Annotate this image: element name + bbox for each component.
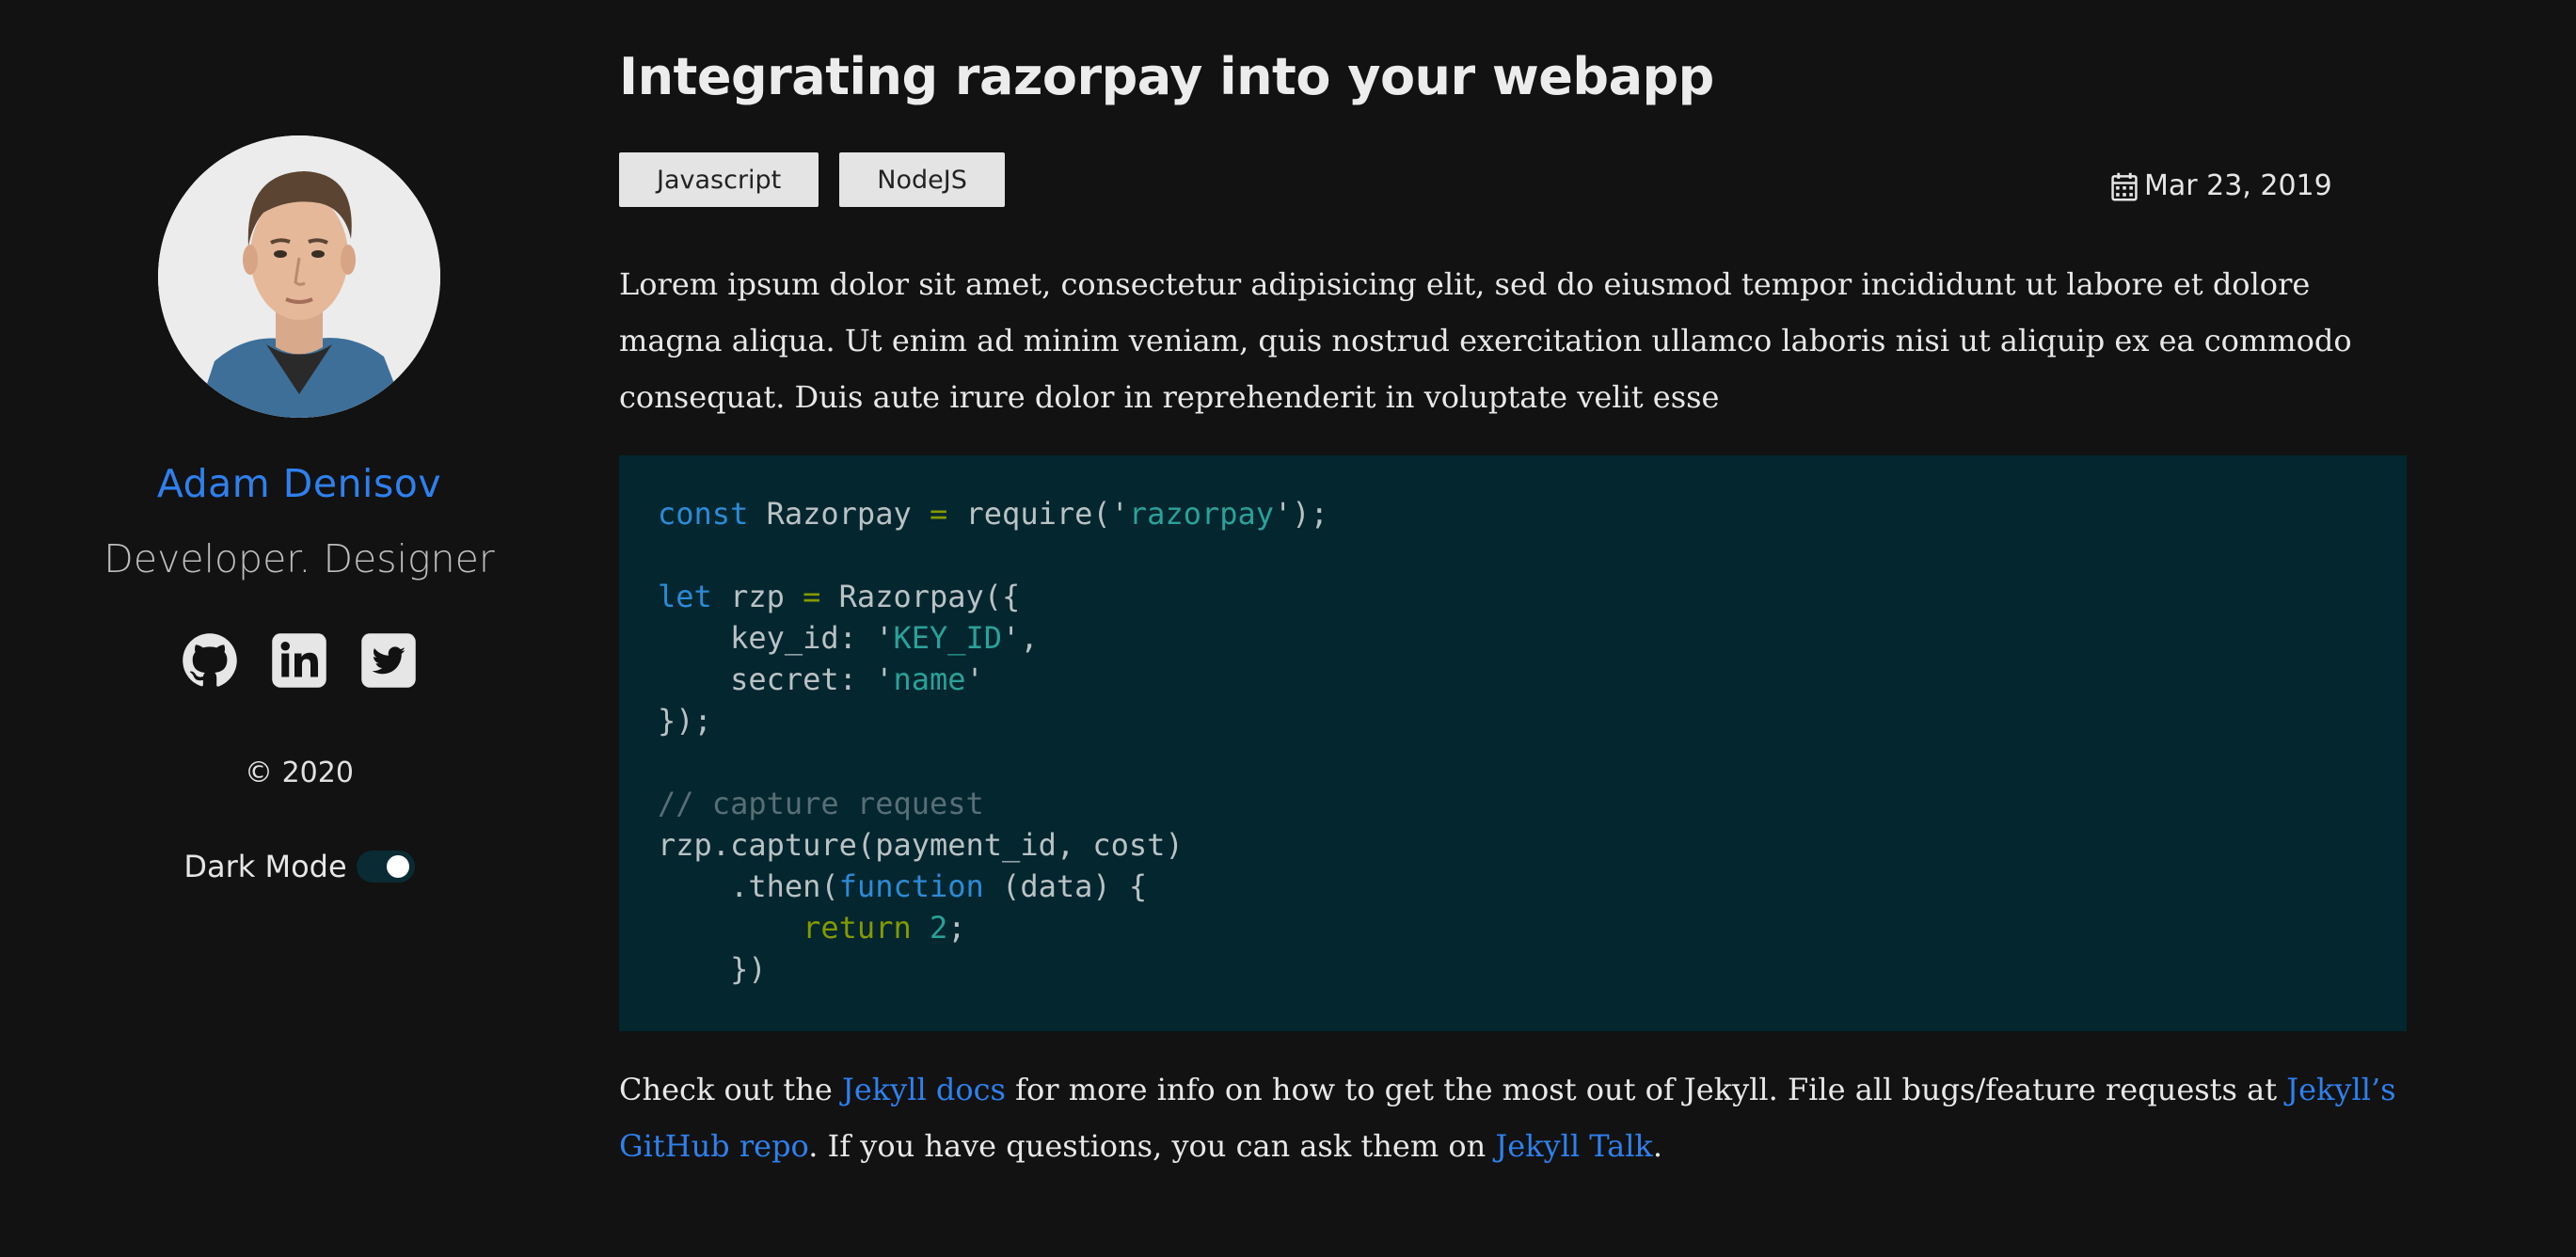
code-text: const Razorpay = require('razorpay'); le… xyxy=(658,496,1328,987)
outro-text: . If you have questions, you can ask the… xyxy=(808,1128,1496,1164)
avatar xyxy=(158,135,440,418)
author-tagline: Developer. Designer xyxy=(103,536,495,581)
outro-text: Check out the xyxy=(619,1072,842,1107)
sidebar: Adam Denisov Developer. Designer © 2020 … xyxy=(0,0,598,1257)
outro-text: . xyxy=(1652,1128,1662,1164)
post-outro: Check out the Jekyll docs for more info … xyxy=(619,1061,2407,1174)
linkedin-link[interactable] xyxy=(271,632,327,689)
calendar-icon xyxy=(2111,172,2138,200)
copyright: © 2020 xyxy=(245,756,354,789)
dark-mode-toggle[interactable] xyxy=(356,851,415,883)
post-date-text: Mar 23, 2019 xyxy=(2144,169,2332,202)
tag-nodejs[interactable]: NodeJS xyxy=(839,152,1005,207)
linkedin-icon xyxy=(272,633,326,688)
post-title: Integrating razorpay into your webapp xyxy=(619,47,1714,106)
avatar-image xyxy=(158,135,440,418)
social-links xyxy=(0,632,598,689)
jekyll-talk-link[interactable]: Jekyll Talk xyxy=(1495,1128,1652,1164)
tag-javascript[interactable]: Javascript xyxy=(619,152,819,207)
code-block: const Razorpay = require('razorpay'); le… xyxy=(619,455,2407,1031)
outro-text: for more info on how to get the most out… xyxy=(1005,1072,2287,1107)
toggle-knob xyxy=(386,855,409,878)
twitter-icon xyxy=(361,633,416,688)
jekyll-docs-link[interactable]: Jekyll docs xyxy=(842,1072,1006,1107)
dark-mode-control: Dark Mode xyxy=(0,849,598,884)
post-date: Mar 23, 2019 xyxy=(2110,169,2332,202)
dark-mode-label: Dark Mode xyxy=(183,849,347,884)
github-link[interactable] xyxy=(182,632,238,689)
author-name: Adam Denisov xyxy=(156,461,442,506)
github-icon xyxy=(183,633,237,687)
post-intro: Lorem ipsum dolor sit amet, consectetur … xyxy=(619,266,2352,415)
twitter-link[interactable] xyxy=(360,632,417,689)
post-tags: Javascript NodeJS xyxy=(619,152,1005,207)
